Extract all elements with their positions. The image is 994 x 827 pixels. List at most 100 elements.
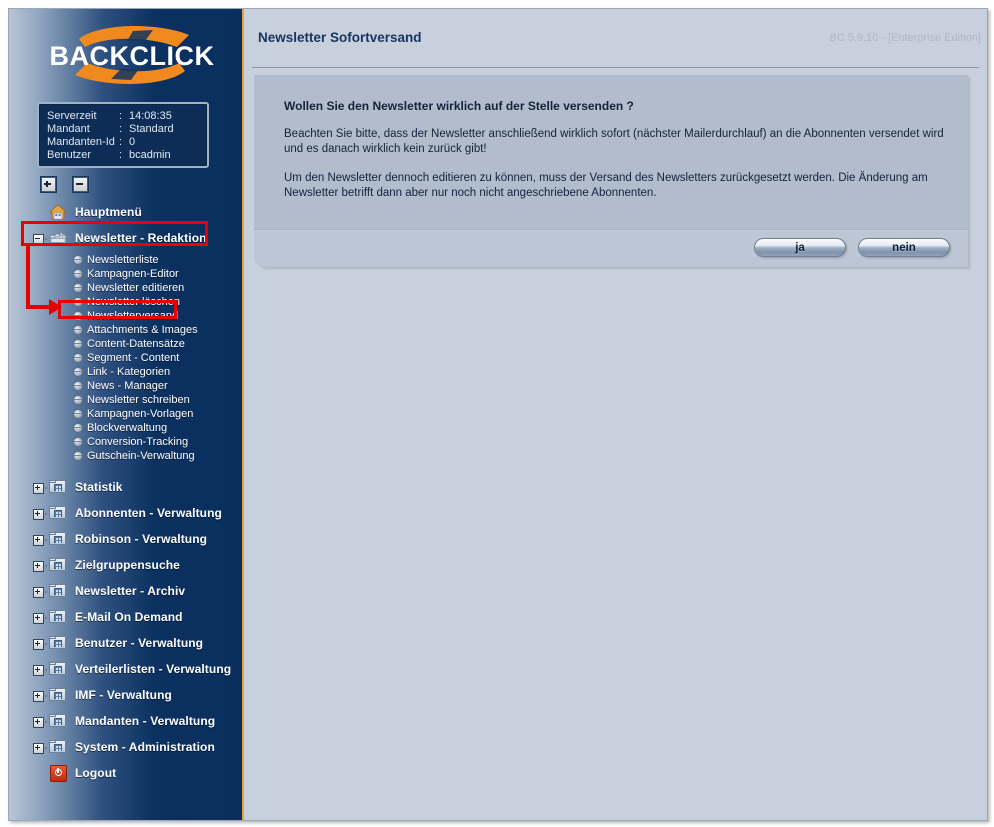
- sidebar: BACKCLICK Serverzeit : 14:08:35 Mandant: [9, 9, 244, 820]
- sidebar-subitem-label: Attachments & Images: [87, 324, 198, 336]
- sidebar-item-statistik[interactable]: Statistik: [9, 474, 244, 500]
- folder-icon: [49, 505, 67, 521]
- info-key: Serverzeit: [47, 110, 97, 122]
- info-sep: :: [119, 123, 123, 135]
- sidebar-item-verteilerlisten-verwaltung[interactable]: Verteilerlisten - Verwaltung: [9, 656, 244, 682]
- expand-toggle-icon[interactable]: [33, 691, 44, 702]
- folder-icon: [49, 479, 67, 495]
- bullet-icon: [73, 297, 83, 307]
- info-key: Mandant: [47, 123, 90, 135]
- sidebar-subitem-attachments-images[interactable]: Attachments & Images: [9, 323, 244, 337]
- sidebar-item-newsletter-archiv[interactable]: Newsletter - Archiv: [9, 578, 244, 604]
- expand-toggle-icon[interactable]: [33, 535, 44, 546]
- main-navigation: Hauptmenü Newsletter - Redaktion Newslet…: [9, 199, 244, 786]
- content-area: Newsletter Sofortversand BC 5.9.10 - [En…: [246, 9, 987, 820]
- folder-icon: [49, 739, 67, 755]
- bullet-icon: [73, 451, 83, 461]
- bullet-icon: [73, 269, 83, 279]
- bullet-icon: [73, 283, 83, 293]
- sidebar-item-system-administration[interactable]: System - Administration: [9, 734, 244, 760]
- sidebar-item-abonnenten-verwaltung[interactable]: Abonnenten - Verwaltung: [9, 500, 244, 526]
- sidebar-item-hauptmenu[interactable]: Hauptmenü: [9, 199, 244, 225]
- version-label: BC 5.9.10 - [Enterprise Edition]: [829, 32, 981, 44]
- bullet-icon: [73, 437, 83, 447]
- sidebar-subitem-label: Newsletter löschen: [87, 296, 180, 308]
- sidebar-subitem-label: Kampagnen-Vorlagen: [87, 408, 194, 420]
- tree-connector: [45, 747, 47, 749]
- newsletter-redaktion-submenu: Newsletterliste Kampagnen-Editor Newslet…: [9, 251, 244, 463]
- sidebar-subitem-segment-content[interactable]: Segment - Content: [9, 351, 244, 365]
- info-row: Mandanten-Id : 0: [47, 136, 174, 149]
- panel-button-bar: ja nein: [254, 230, 968, 267]
- menu-spacer: [9, 463, 244, 474]
- sidebar-subitem-newsletter-loeschen[interactable]: Newsletter löschen: [9, 295, 244, 309]
- expand-toggle-icon[interactable]: [33, 483, 44, 494]
- sidebar-subitem-content-datensaetze[interactable]: Content-Datensätze: [9, 337, 244, 351]
- expand-toggle-icon[interactable]: [33, 561, 44, 572]
- sidebar-item-zielgruppensuche[interactable]: Zielgruppensuche: [9, 552, 244, 578]
- sidebar-subitem-conversion-tracking[interactable]: Conversion-Tracking: [9, 435, 244, 449]
- expand-toggle-icon[interactable]: [33, 509, 44, 520]
- collapse-all-icon[interactable]: [73, 177, 89, 192]
- confirmation-paragraph-1: Beachten Sie bitte, dass der Newsletter …: [284, 128, 944, 155]
- folder-icon: [49, 557, 67, 573]
- sidebar-item-imf-verwaltung[interactable]: IMF - Verwaltung: [9, 682, 244, 708]
- expand-toggle-icon[interactable]: [33, 613, 44, 624]
- info-key: Benutzer: [47, 149, 92, 161]
- sidebar-subitem-newsletterversand[interactable]: Newsletterversand: [9, 309, 244, 323]
- sidebar-item-label: IMF - Verwaltung: [75, 688, 172, 702]
- sidebar-item-logout[interactable]: Logout: [9, 760, 244, 786]
- sidebar-subitem-blockverwaltung[interactable]: Blockverwaltung: [9, 421, 244, 435]
- tree-connector: [45, 565, 47, 567]
- collapse-toggle-icon[interactable]: [33, 234, 44, 245]
- tree-connector: [45, 539, 47, 541]
- sidebar-item-label: E-Mail On Demand: [75, 610, 183, 624]
- sidebar-subitem-gutschein-verwaltung[interactable]: Gutschein-Verwaltung: [9, 449, 244, 463]
- sidebar-item-label: Logout: [75, 766, 117, 780]
- tree-connector: [45, 721, 47, 723]
- expand-all-icon[interactable]: [41, 177, 56, 192]
- confirm-yes-button[interactable]: ja: [754, 238, 846, 257]
- session-info-box: Serverzeit : 14:08:35 Mandant : Standard…: [37, 102, 209, 168]
- sidebar-item-label: Mandanten - Verwaltung: [75, 714, 216, 728]
- tree-connector: [45, 513, 47, 515]
- expand-toggle-icon[interactable]: [33, 639, 44, 650]
- sidebar-subitem-label: Newsletterliste: [87, 254, 159, 266]
- house-icon: [49, 204, 67, 220]
- sidebar-item-label: Benutzer - Verwaltung: [75, 636, 204, 650]
- sidebar-subitem-label: Gutschein-Verwaltung: [87, 450, 195, 462]
- folder-icon: [49, 713, 67, 729]
- sidebar-subitem-kampagnen-editor[interactable]: Kampagnen-Editor: [9, 267, 244, 281]
- sidebar-subitem-label: Newsletter schreiben: [87, 394, 190, 406]
- sidebar-subitem-label: Newsletterversand: [87, 310, 179, 322]
- bullet-icon: [73, 367, 83, 377]
- sidebar-subitem-link-kategorien[interactable]: Link - Kategorien: [9, 365, 244, 379]
- info-sep: :: [119, 110, 123, 122]
- sidebar-subitem-newsletterliste[interactable]: Newsletterliste: [9, 253, 244, 267]
- sidebar-subitem-newsletter-editieren[interactable]: Newsletter editieren: [9, 281, 244, 295]
- tree-connector: [45, 643, 47, 645]
- sidebar-item-robinson-verwaltung[interactable]: Robinson - Verwaltung: [9, 526, 244, 552]
- sidebar-item-benutzer-verwaltung[interactable]: Benutzer - Verwaltung: [9, 630, 244, 656]
- expand-toggle-icon[interactable]: [33, 717, 44, 728]
- expand-toggle-icon[interactable]: [33, 587, 44, 598]
- folder-icon: [49, 531, 67, 547]
- sidebar-subitem-label: Segment - Content: [87, 352, 180, 364]
- info-value: 0: [129, 136, 136, 148]
- sidebar-subitem-kampagnen-vorlagen[interactable]: Kampagnen-Vorlagen: [9, 407, 244, 421]
- tree-connector: [45, 695, 47, 697]
- sidebar-subitem-label: Kampagnen-Editor: [87, 268, 179, 280]
- sidebar-item-newsletter-redaktion[interactable]: Newsletter - Redaktion: [9, 225, 244, 251]
- sidebar-subitem-label: News - Manager: [87, 380, 168, 392]
- sidebar-subitem-newsletter-schreiben[interactable]: Newsletter schreiben: [9, 393, 244, 407]
- expand-toggle-icon[interactable]: [33, 743, 44, 754]
- sidebar-item-email-on-demand[interactable]: E-Mail On Demand: [9, 604, 244, 630]
- sidebar-subitem-news-manager[interactable]: News - Manager: [9, 379, 244, 393]
- sidebar-item-mandanten-verwaltung[interactable]: Mandanten - Verwaltung: [9, 708, 244, 734]
- panel-body: Wollen Sie den Newsletter wirklich auf d…: [254, 75, 968, 229]
- svg-text:BACKCLICK: BACKCLICK: [50, 41, 215, 71]
- folder-icon: [49, 583, 67, 599]
- backclick-logo: BACKCLICK: [37, 25, 227, 87]
- expand-toggle-icon[interactable]: [33, 665, 44, 676]
- confirm-no-button[interactable]: nein: [858, 238, 950, 257]
